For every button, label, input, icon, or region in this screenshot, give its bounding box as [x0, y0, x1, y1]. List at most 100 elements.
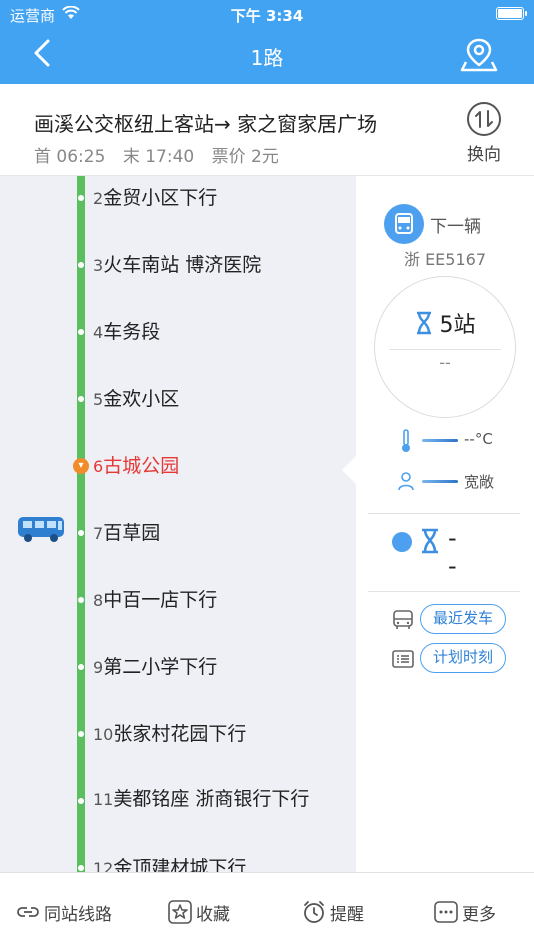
- stop-item[interactable]: 2金贸小区下行: [0, 176, 356, 243]
- stations-away-value: 5站: [439, 313, 476, 338]
- stop-number: 11: [93, 790, 114, 809]
- stop-dot: [78, 798, 84, 804]
- stop-item[interactable]: 11美都铭座 浙商银行下行: [0, 779, 356, 846]
- stations-away: 5站: [375, 307, 515, 339]
- route-times: 首 06:25 末 17:40 票价 2元: [34, 142, 291, 167]
- stop-number: 3: [93, 256, 104, 275]
- stop-list[interactable]: 2金贸小区下行 3火车南站 博济医院 4车务段 5金欢小区 ▾ 6古城公园 7百草园 8中百一…: [0, 176, 356, 872]
- stop-dot: [78, 329, 84, 335]
- stop-name: 车务段: [103, 321, 161, 343]
- tab-label: 更多: [462, 905, 496, 925]
- stop-label: 11美都铭座 浙商银行下行: [93, 786, 333, 813]
- route-name: 画溪公交枢纽上客站→ 家之窗家居广场: [34, 112, 378, 136]
- list-icon: [392, 650, 414, 668]
- swap-icon: [467, 102, 501, 136]
- hourglass-icon: [416, 311, 431, 335]
- temperature-row: --°C: [396, 428, 526, 452]
- stop-item-current[interactable]: ▾ 6古城公园: [0, 444, 356, 511]
- stop-name: 金欢小区: [103, 388, 180, 410]
- stop-dot: [78, 195, 84, 201]
- stop-name: 美都铭座 浙商银行下行: [113, 788, 310, 810]
- stop-name: 百草园: [103, 522, 161, 544]
- stop-label: 2金贸小区下行: [93, 185, 333, 212]
- page-title: 1路: [250, 46, 284, 70]
- stop-item[interactable]: 5金欢小区: [0, 377, 356, 444]
- stop-name: 金顶建材城下行: [113, 857, 247, 872]
- thermometer-icon: [402, 429, 410, 452]
- next-bus-label: 下一辆: [430, 217, 481, 237]
- crowd-row: 宽敞: [396, 469, 526, 493]
- hourglass-icon: [422, 528, 438, 554]
- stop-number: 12: [93, 859, 114, 872]
- stop-number: 4: [93, 323, 104, 342]
- first-bus-time: 首 06:25: [34, 147, 106, 167]
- stop-number: 7: [93, 524, 104, 543]
- stop-name: 古城公园: [103, 455, 180, 477]
- bus-info-panel: 下一辆 浙 EE5167 5站 -- --°C 宽敞 -- 最近发车 计划时刻: [342, 176, 534, 872]
- stop-item[interactable]: 9第二小学下行: [0, 645, 356, 712]
- stop-dot: [78, 731, 84, 737]
- stop-dot: [78, 396, 84, 402]
- tab-label: 提醒: [330, 905, 364, 925]
- tab-label: 收藏: [196, 905, 230, 925]
- stop-label: 9第二小学下行: [93, 654, 333, 681]
- second-bus-dot: [392, 532, 412, 552]
- route-header: 画溪公交枢纽上客站→ 家之窗家居广场 首 06:25 末 17:40 票价 2元…: [0, 84, 534, 176]
- stop-label: 7百草园: [93, 520, 333, 547]
- stop-name: 火车南站 博济医院: [103, 254, 262, 276]
- bus-plate: 浙 EE5167: [403, 250, 487, 269]
- stop-dot: [78, 530, 84, 536]
- battery-icon: [496, 7, 527, 20]
- stop-label: 4车务段: [93, 319, 333, 346]
- stop-dot: [78, 262, 84, 268]
- stop-label: 5金欢小区: [93, 386, 333, 413]
- swap-direction-button[interactable]: 换向: [462, 102, 506, 165]
- panel-divider: [368, 513, 520, 514]
- crowd-bar: [422, 480, 458, 483]
- panel-pointer: [342, 456, 356, 484]
- stop-label: 10张家村花园下行: [93, 721, 333, 748]
- stop-item[interactable]: 10张家村花园下行: [0, 712, 356, 779]
- next-bus-header: 下一辆: [384, 204, 524, 244]
- transfer-icon: [17, 907, 39, 917]
- eta-value: --: [439, 353, 451, 372]
- swap-label: 换向: [467, 145, 501, 165]
- bus-outline-icon: [393, 610, 413, 629]
- stop-item[interactable]: 4车务段: [0, 310, 356, 377]
- stop-label: 6古城公园: [93, 453, 333, 480]
- bus-icon: [384, 204, 424, 244]
- stop-number: 6: [93, 457, 104, 476]
- stop-number: 5: [93, 390, 104, 409]
- stop-name: 中百一店下行: [103, 589, 218, 611]
- stop-number: 10: [93, 725, 114, 744]
- stop-number: 8: [93, 591, 104, 610]
- stop-dot: [78, 865, 84, 871]
- temperature-value: --°C: [464, 430, 493, 448]
- stop-name: 金贸小区下行: [103, 187, 218, 209]
- person-icon: [398, 472, 414, 491]
- alarm-icon: [304, 901, 324, 923]
- stop-item[interactable]: 8中百一店下行: [0, 578, 356, 645]
- panel-divider: [368, 591, 520, 592]
- stop-dot: [78, 664, 84, 670]
- stop-name: 第二小学下行: [103, 656, 218, 678]
- stop-label: 8中百一店下行: [93, 587, 333, 614]
- schedule-button[interactable]: 计划时刻: [420, 643, 507, 673]
- star-icon: [168, 900, 192, 924]
- arrival-circle: 5站 --: [374, 276, 516, 418]
- last-bus-time: 末 17:40: [122, 147, 195, 167]
- status-bar: 运营商 下午 3:34: [0, 0, 534, 28]
- stop-item[interactable]: 3火车南站 博济医院: [0, 243, 356, 310]
- temperature-bar: [422, 439, 458, 442]
- stop-item[interactable]: 12金顶建材城下行: [0, 846, 356, 872]
- tab-label: 同站线路: [44, 905, 112, 925]
- bottom-toolbar: 同站线路 收藏 提醒 更多: [0, 872, 534, 950]
- status-time: 下午 3:34: [230, 7, 304, 25]
- recent-departure-button[interactable]: 最近发车: [420, 604, 507, 634]
- stop-label: 3火车南站 博济医院: [93, 252, 333, 279]
- fare: 票价 2元: [211, 147, 279, 167]
- map-location-icon[interactable]: [460, 38, 498, 72]
- stop-number: 9: [93, 658, 104, 677]
- top-bar: 运营商 下午 3:34 1路: [0, 0, 534, 84]
- stop-label: 12金顶建材城下行: [93, 855, 333, 872]
